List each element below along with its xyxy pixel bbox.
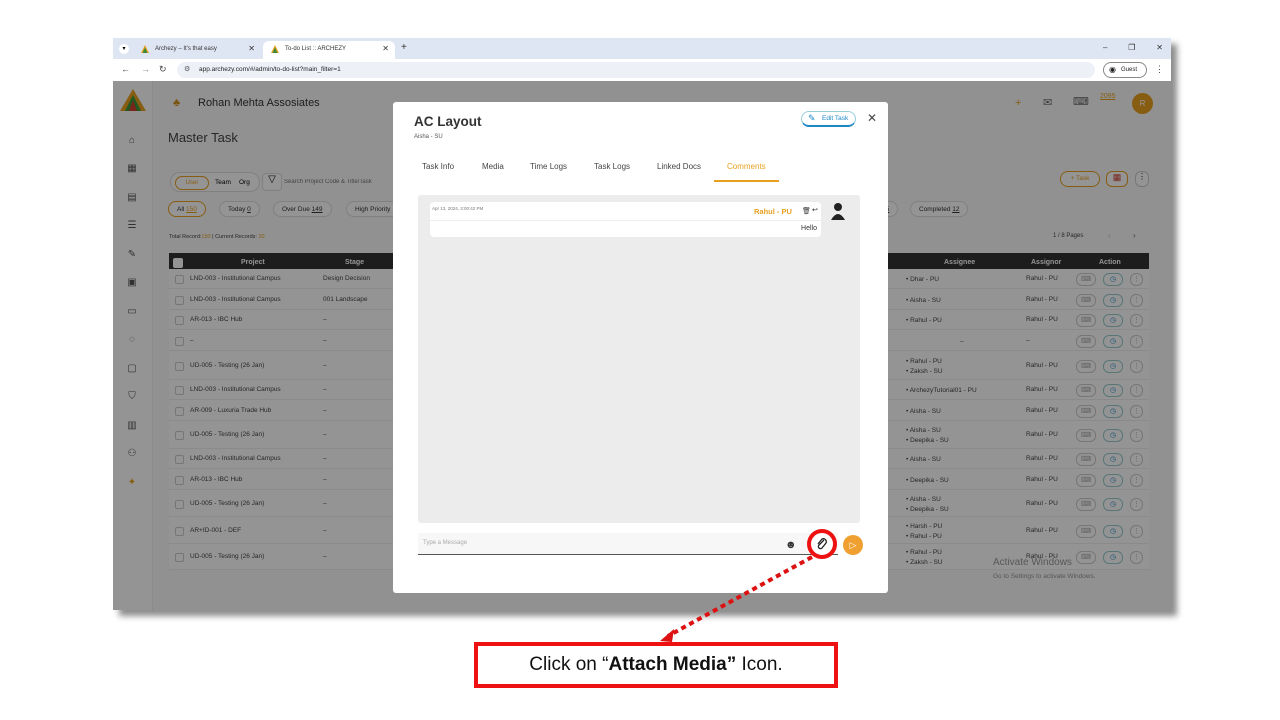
comment-divider (430, 220, 821, 221)
message-input[interactable]: Type a Message (418, 533, 838, 555)
profile-icon: ◉ (1109, 65, 1116, 74)
instruction-caption: Click on “Attach Media” Icon. (474, 642, 838, 688)
tab-menu-icon[interactable]: ▾ (119, 44, 129, 54)
back-arrow-icon[interactable]: ← (121, 64, 130, 74)
app-page: ⌂ ▦ ▤ ☰ ✎ ▣ ▭ ◌ ▢ ⛉ ▥ ⚇ ✦ ♣ Rohan Mehta … (113, 81, 1171, 610)
active-tab-indicator (714, 180, 779, 182)
comments-panel: Apr 13, 2024, 3:00:42 PM Rahul - PU 🗑 ↩ … (418, 195, 860, 523)
browser-tab-archezy[interactable]: Archezy – It's that easy ✕ (133, 41, 261, 59)
caption-suffix: Icon. (736, 654, 783, 675)
reload-icon[interactable]: ↻ (159, 64, 167, 75)
delete-icon[interactable]: 🗑 (802, 207, 811, 215)
close-tab-icon[interactable]: ✕ (248, 44, 255, 53)
archezy-logo-icon (271, 45, 279, 53)
reply-icon[interactable]: ↩ (812, 206, 818, 214)
archezy-logo-icon (141, 45, 149, 53)
forward-arrow-icon[interactable]: → (141, 64, 150, 74)
tab-label: Archezy – It's that easy (155, 46, 217, 52)
guest-profile-button[interactable]: ◉ Guest (1103, 62, 1147, 78)
user-avatar-icon (831, 203, 845, 220)
send-button[interactable]: ▷ (843, 535, 863, 555)
tab-comments[interactable]: Comments (727, 162, 766, 171)
maximize-button[interactable]: ❐ (1128, 43, 1135, 52)
tab-label: To-do List :: ARCHEZY (285, 46, 347, 52)
message-placeholder: Type a Message (423, 540, 468, 546)
emoji-icon[interactable]: ☻ (785, 539, 797, 551)
close-tab-icon[interactable]: ✕ (382, 44, 389, 53)
caption-prefix: Click on “ (529, 654, 609, 675)
close-window-button[interactable]: ✕ (1156, 43, 1163, 52)
edit-task-button[interactable]: ✎ Edit Task (801, 111, 856, 127)
url-field[interactable]: ⚙ app.archezy.com/#/admin/to-do-list?mai… (177, 62, 1095, 78)
browser-tab-todo[interactable]: To-do List :: ARCHEZY ✕ (263, 41, 395, 59)
comment-author: Rahul - PU (754, 207, 792, 216)
modal-subtitle: Aisha - SU (414, 134, 443, 140)
close-modal-icon[interactable]: ✕ (867, 111, 877, 125)
paperclip-icon (817, 538, 827, 550)
site-settings-icon[interactable]: ⚙ (184, 65, 190, 73)
tab-task-logs[interactable]: Task Logs (594, 162, 630, 171)
comment-text: Hello (801, 225, 817, 232)
caption-emphasis: Attach Media” (608, 654, 737, 675)
tab-linked-docs[interactable]: Linked Docs (657, 162, 701, 171)
kebab-menu-icon[interactable]: ⋮ (1155, 64, 1164, 75)
browser-tab-bar: ▾ Archezy – It's that easy ✕ To-do List :… (113, 38, 1171, 59)
modal-title: AC Layout (414, 114, 482, 129)
tab-media[interactable]: Media (482, 162, 504, 171)
pencil-icon: ✎ (808, 113, 816, 123)
tab-task-info[interactable]: Task Info (422, 162, 454, 171)
tab-time-logs[interactable]: Time Logs (530, 162, 567, 171)
new-tab-button[interactable]: + (401, 42, 407, 53)
browser-screenshot: ▾ Archezy – It's that easy ✕ To-do List :… (113, 38, 1171, 610)
guest-label: Guest (1121, 67, 1138, 73)
task-modal: AC Layout Aisha - SU ✎ Edit Task ✕ Task I… (393, 102, 888, 593)
minimize-button[interactable]: – (1103, 43, 1107, 52)
comment-bubble: Apr 13, 2024, 3:00:42 PM Rahul - PU 🗑 ↩ … (430, 202, 821, 237)
comment-timestamp: Apr 13, 2024, 3:00:42 PM (432, 206, 484, 211)
edit-task-label: Edit Task (822, 115, 849, 122)
address-bar: ← → ↻ ⚙ app.archezy.com/#/admin/to-do-li… (113, 59, 1171, 81)
attach-media-button[interactable] (807, 529, 837, 559)
url-text: app.archezy.com/#/admin/to-do-list?main_… (199, 66, 341, 73)
